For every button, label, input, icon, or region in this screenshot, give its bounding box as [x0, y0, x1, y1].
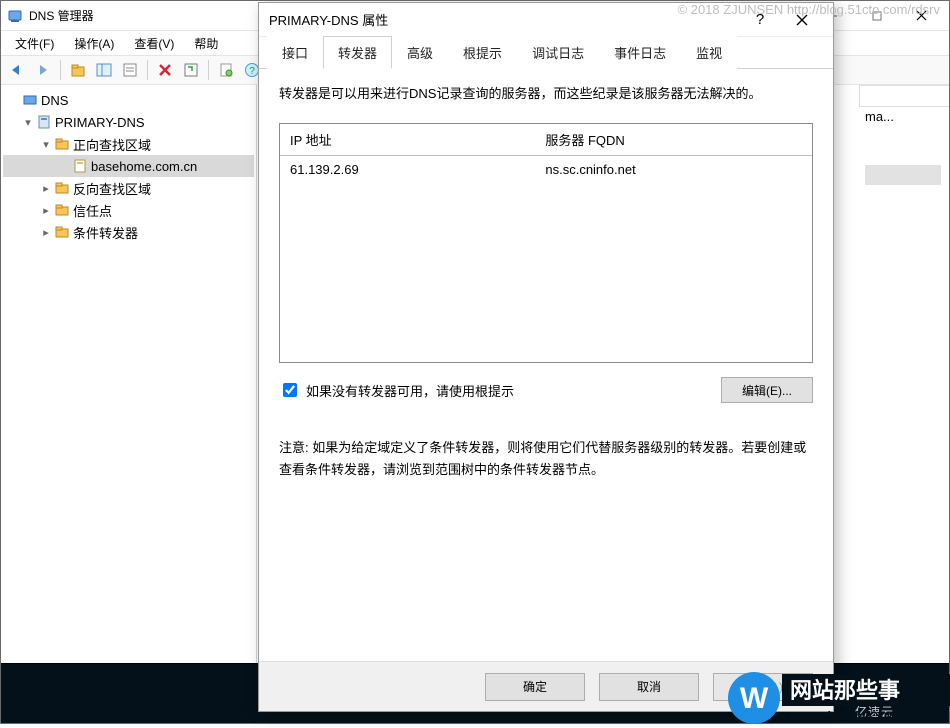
tree-label: 反向查找区域: [73, 179, 151, 198]
tree-label: 正向查找区域: [73, 135, 151, 154]
col-header-fqdn[interactable]: 服务器 FQDN: [535, 124, 812, 155]
cell-fqdn: ns.sc.cninfo.net: [535, 156, 812, 183]
tab-monitoring[interactable]: 监视: [681, 36, 737, 69]
properties-icon-button[interactable]: [118, 58, 142, 82]
folder-icon: [53, 136, 71, 152]
delete-button[interactable]: [153, 58, 177, 82]
tree-server[interactable]: ▾ PRIMARY-DNS: [3, 111, 254, 133]
tree-label: DNS: [41, 93, 68, 108]
main-title: DNS 管理器: [29, 7, 94, 24]
forwarders-options-row: 如果没有转发器可用，请使用根提示 编辑(E)...: [279, 377, 813, 403]
tab-interfaces[interactable]: 接口: [267, 36, 323, 69]
forwarders-note: 注意: 如果为给定域定义了条件转发器，则将使用它们代替服务器级别的转发器。若要创…: [279, 437, 813, 481]
dns-app-icon: [7, 8, 23, 24]
forwarders-table-body[interactable]: 61.139.2.69 ns.sc.cninfo.net: [280, 156, 812, 362]
dns-root-icon: [21, 92, 39, 108]
expander-icon[interactable]: ▸: [39, 204, 53, 217]
tab-forwarders[interactable]: 转发器: [323, 36, 392, 69]
tree-conditional-fwd[interactable]: ▸ 条件转发器: [3, 221, 254, 243]
cell-ip: 61.139.2.69: [280, 156, 535, 183]
properties-dialog: PRIMARY-DNS 属性 ? 接口 转发器 高级 根提示 调试日志 事件日志…: [258, 2, 834, 712]
forwarder-row[interactable]: 61.139.2.69 ns.sc.cninfo.net: [280, 156, 812, 183]
menu-file[interactable]: 文件(F): [5, 33, 64, 54]
folder-icon: [53, 202, 71, 218]
new-query-button[interactable]: [214, 58, 238, 82]
col-header-ip[interactable]: IP 地址: [280, 124, 535, 155]
tree-zone-basehome[interactable]: basehome.com.cn: [3, 155, 254, 177]
menu-help[interactable]: 帮助: [184, 33, 228, 54]
records-column-header[interactable]: [859, 85, 949, 107]
expander-icon[interactable]: ▾: [39, 138, 53, 151]
tree-label: basehome.com.cn: [91, 159, 197, 174]
forwarders-table: IP 地址 服务器 FQDN 61.139.2.69 ns.sc.cninfo.…: [279, 123, 813, 363]
server-icon: [35, 114, 53, 130]
tab-debug-log[interactable]: 调试日志: [517, 36, 599, 69]
forwarders-description: 转发器是可以用来进行DNS记录查询的服务器，而这些纪录是该服务器无法解决的。: [279, 83, 813, 105]
use-root-hints-input[interactable]: [283, 383, 297, 397]
logo-en-text: wangzhanshi.COM: [790, 709, 898, 723]
menu-action[interactable]: 操作(A): [64, 33, 124, 54]
tab-event-log[interactable]: 事件日志: [599, 36, 681, 69]
expander-icon[interactable]: ▸: [39, 226, 53, 239]
dialog-body: 转发器是可以用来进行DNS记录查询的服务器，而这些纪录是该服务器无法解决的。 I…: [259, 69, 833, 661]
tree-trust-points[interactable]: ▸ 信任点: [3, 199, 254, 221]
tree-label: PRIMARY-DNS: [55, 115, 145, 130]
tree-reverse-zones[interactable]: ▸ 反向查找区域: [3, 177, 254, 199]
dialog-tabstrip: 接口 转发器 高级 根提示 调试日志 事件日志 监视: [259, 37, 833, 69]
show-hide-console-tree-button[interactable]: [92, 58, 116, 82]
forwarders-table-header: IP 地址 服务器 FQDN: [280, 124, 812, 156]
tab-root-hints[interactable]: 根提示: [448, 36, 517, 69]
edit-forwarders-button[interactable]: 编辑(E)...: [721, 377, 813, 403]
tree-forward-zones[interactable]: ▾ 正向查找区域: [3, 133, 254, 155]
site-watermark-logo: W 网站那些事 wangzhanshi.COM: [724, 668, 950, 728]
folder-icon: [53, 180, 71, 196]
tree-label: 条件转发器: [73, 223, 138, 242]
expander-icon[interactable]: ▾: [21, 116, 35, 129]
expander-icon[interactable]: ▸: [39, 182, 53, 195]
dialog-title: PRIMARY-DNS 属性: [269, 10, 388, 29]
back-button[interactable]: [5, 58, 29, 82]
ok-button[interactable]: 确定: [485, 673, 585, 701]
use-root-hints-checkbox[interactable]: 如果没有转发器可用，请使用根提示: [279, 380, 514, 400]
cancel-button[interactable]: 取消: [599, 673, 699, 701]
records-fragment: ma...: [859, 107, 949, 257]
menu-view[interactable]: 查看(V): [124, 33, 184, 54]
folder-icon: [53, 224, 71, 240]
refresh-button[interactable]: [179, 58, 203, 82]
svg-text:?: ?: [249, 66, 255, 77]
up-button[interactable]: [66, 58, 90, 82]
logo-cn-text: 网站那些事: [790, 678, 900, 703]
tree-pane[interactable]: DNS ▾ PRIMARY-DNS ▾ 正向查找区域 basehome.com.…: [1, 85, 257, 723]
tab-advanced[interactable]: 高级: [392, 36, 448, 69]
watermark-top: © 2018 ZJUNSEN http://blog.51cto.com/rds…: [678, 2, 940, 17]
record-cell[interactable]: ma...: [859, 107, 949, 127]
tree-label: 信任点: [73, 201, 112, 220]
zone-icon: [71, 158, 89, 174]
use-root-hints-label: 如果没有转发器可用，请使用根提示: [306, 381, 514, 400]
record-cell-selected[interactable]: [865, 165, 941, 185]
forward-button[interactable]: [31, 58, 55, 82]
svg-text:W: W: [740, 682, 769, 715]
tree-root-dns[interactable]: DNS: [3, 89, 254, 111]
